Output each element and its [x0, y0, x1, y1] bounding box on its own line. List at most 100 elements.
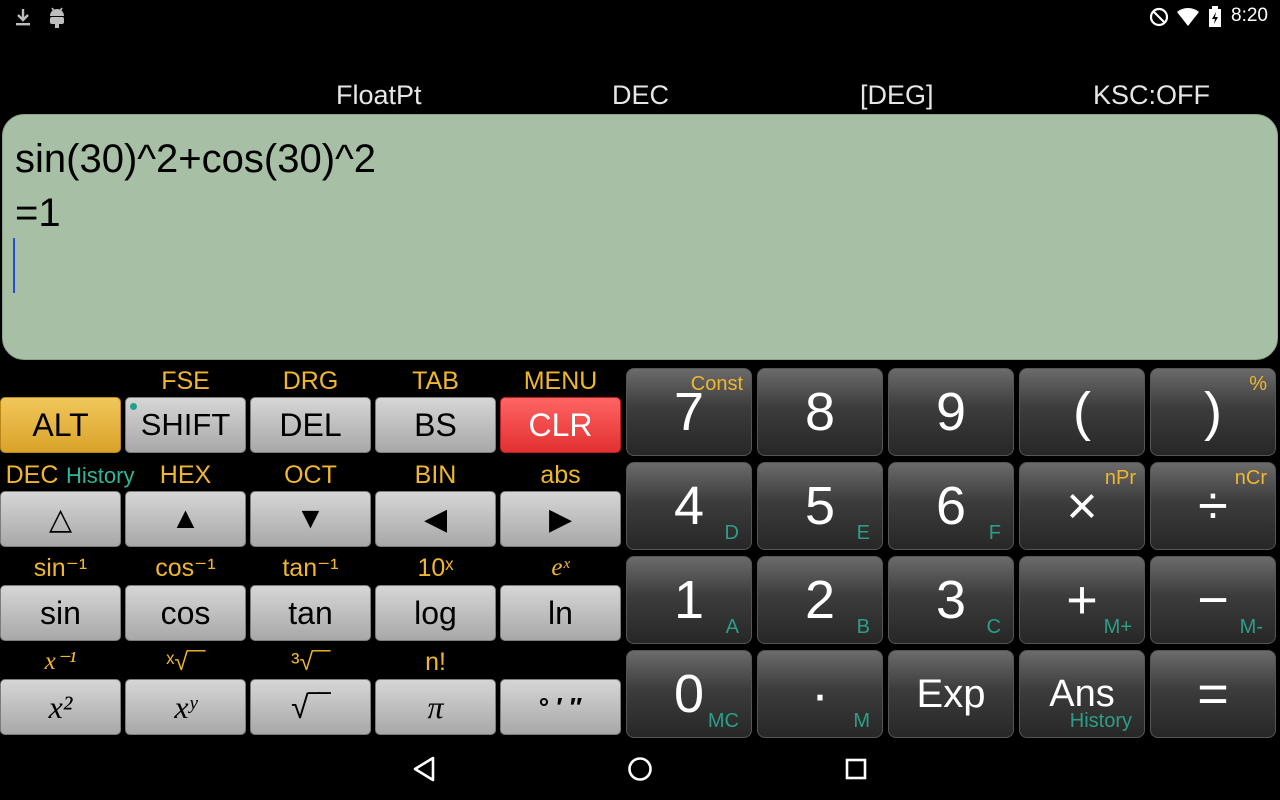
alt-button[interactable]: ALT: [0, 397, 121, 453]
hex-d-label: D: [724, 522, 739, 544]
calculator-display[interactable]: sin(30)^2+cos(30)^2 =1: [2, 114, 1278, 360]
secondary-label-oct: OCT: [284, 461, 337, 489]
key-1[interactable]: 1 A: [626, 556, 752, 644]
shift-indicator-dot: [130, 403, 137, 410]
memory-clear-label: MC: [707, 710, 739, 732]
secondary-label-drg: DRG: [282, 367, 339, 395]
key-7[interactable]: 7 Const: [626, 368, 752, 456]
hex-a-label: A: [725, 616, 739, 638]
key-3[interactable]: 3 C: [888, 556, 1014, 644]
key-0[interactable]: 0 MC: [626, 650, 752, 738]
shift-button-label: SHIFT: [140, 407, 231, 442]
recents-button[interactable]: [836, 750, 876, 788]
ln-button[interactable]: ln: [500, 585, 621, 641]
wifi-icon: [1175, 6, 1201, 28]
secondary-label-bin: BIN: [414, 461, 457, 489]
sqrt-button[interactable]: √‾‾: [250, 679, 371, 735]
triangle-up-icon: ▲: [170, 502, 201, 535]
triangle-down-icon: ▼: [295, 502, 326, 535]
tan-button[interactable]: tan: [250, 585, 371, 641]
key-2[interactable]: 2 B: [757, 556, 883, 644]
do-not-disturb-icon: [1148, 6, 1170, 28]
secondary-label-acos: cos⁻¹: [155, 554, 216, 582]
secondary-label-xroot: ˣ√‾‾: [166, 648, 205, 676]
back-button[interactable]: [404, 750, 444, 788]
mode-angle[interactable]: [DEG]: [860, 80, 934, 111]
open-paren-key[interactable]: (: [1019, 368, 1145, 456]
secondary-label-hex: HEX: [159, 461, 212, 489]
secondary-label-tab: TAB: [412, 367, 459, 395]
secondary-label-exp: eˣ: [551, 554, 570, 581]
divide-key[interactable]: ÷ nCr: [1150, 462, 1276, 550]
download-icon: [12, 6, 34, 28]
secondary-label-factorial: n!: [425, 648, 446, 676]
hex-f-label: F: [988, 522, 1001, 544]
minus-key[interactable]: − M-: [1150, 556, 1276, 644]
cursor-up-button[interactable]: ▲: [125, 491, 246, 547]
plus-icon: +: [1066, 570, 1098, 630]
secondary-label-asin: sin⁻¹: [33, 554, 88, 582]
key-6[interactable]: 6 F: [888, 462, 1014, 550]
exp-label: Exp: [916, 672, 986, 716]
mode-base[interactable]: DEC: [612, 80, 669, 111]
equals-key[interactable]: =: [1150, 650, 1276, 738]
battery-charging-icon: [1207, 6, 1223, 28]
bs-button[interactable]: BS: [375, 397, 496, 453]
hex-c-label: C: [986, 616, 1001, 638]
secondary-label-menu: MENU: [523, 367, 598, 395]
decimal-point-key[interactable]: · M: [757, 650, 883, 738]
key-7-const-label: Const: [690, 373, 743, 395]
memory-plus-label: M+: [1103, 616, 1132, 638]
key-8[interactable]: 8: [757, 368, 883, 456]
home-circle-icon: [628, 757, 652, 781]
divide-icon: ÷: [1198, 476, 1228, 536]
result-line: =1: [15, 191, 61, 235]
pi-button[interactable]: π: [375, 679, 496, 735]
clr-button[interactable]: CLR: [500, 397, 621, 453]
key-4[interactable]: 4 D: [626, 462, 752, 550]
triangle-left-icon: ◀: [423, 502, 448, 536]
key-2-label: 2: [804, 570, 836, 630]
recents-square-icon: [845, 758, 867, 780]
hex-e-label: E: [856, 522, 870, 544]
del-button[interactable]: DEL: [250, 397, 371, 453]
clock-time: 8:20: [1231, 5, 1268, 26]
cursor-right-button[interactable]: ▶: [500, 491, 621, 547]
key-9-label: 9: [935, 382, 967, 442]
power-button[interactable]: xʸ: [125, 679, 246, 735]
key-1-label: 1: [673, 570, 705, 630]
home-button[interactable]: [620, 750, 660, 788]
key-0-label: 0: [673, 664, 705, 724]
android-debug-icon: [46, 6, 68, 28]
log-button[interactable]: log: [375, 585, 496, 641]
shift-button[interactable]: SHIFT: [125, 397, 246, 453]
secondary-label-atan: tan⁻¹: [282, 554, 339, 582]
text-cursor: [13, 238, 15, 293]
exp-key[interactable]: Exp: [888, 650, 1014, 738]
decimal-point-label: ·: [811, 664, 829, 724]
minus-icon: −: [1197, 570, 1229, 630]
cos-button[interactable]: cos: [125, 585, 246, 641]
square-button[interactable]: x²: [0, 679, 121, 735]
triangle-right-icon: ▶: [548, 502, 573, 536]
secondary-label-fse: FSE: [161, 367, 210, 395]
memory-minus-label: M-: [1239, 616, 1263, 638]
mode-format[interactable]: FloatPt: [336, 80, 422, 111]
ans-key[interactable]: Ans History: [1019, 650, 1145, 738]
key-9[interactable]: 9: [888, 368, 1014, 456]
mode-ksc[interactable]: KSC:OFF: [1093, 80, 1210, 111]
key-5[interactable]: 5 E: [757, 462, 883, 550]
key-4-label: 4: [673, 476, 705, 536]
secondary-label-cube-root: ³√‾‾: [291, 648, 330, 676]
cursor-down-button[interactable]: ▼: [250, 491, 371, 547]
outline-triangle-up-icon: △: [48, 502, 73, 536]
multiply-key[interactable]: × nPr: [1019, 462, 1145, 550]
npr-label: nPr: [1104, 467, 1136, 489]
history-up-button[interactable]: △: [0, 491, 121, 547]
degrees-minutes-seconds-button[interactable]: ° ′ ″: [500, 679, 621, 735]
cursor-left-button[interactable]: ◀: [375, 491, 496, 547]
navigation-bar: [0, 738, 1280, 800]
sin-button[interactable]: sin: [0, 585, 121, 641]
plus-key[interactable]: + M+: [1019, 556, 1145, 644]
close-paren-key[interactable]: ) %: [1150, 368, 1276, 456]
